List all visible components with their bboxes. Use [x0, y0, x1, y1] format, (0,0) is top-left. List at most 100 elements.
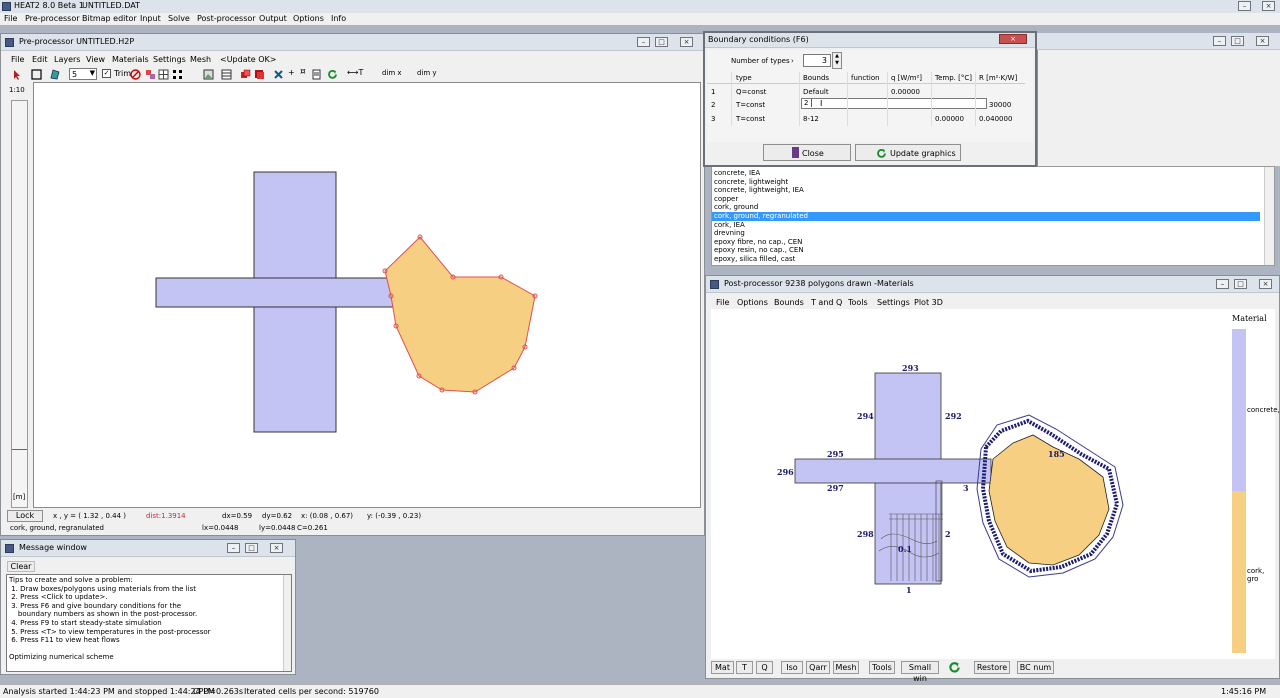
bc-row1-q[interactable]: 0.00000: [891, 88, 920, 96]
app-menu-bitmap-editor[interactable]: Bitmap editor: [82, 14, 137, 23]
app-menu-output[interactable]: Output: [259, 14, 287, 23]
add-point-icon[interactable]: +: [288, 68, 295, 77]
refresh-icon[interactable]: [327, 69, 338, 80]
document-icon[interactable]: [311, 69, 322, 80]
t-button[interactable]: T: [736, 661, 753, 674]
pre-menu-settings[interactable]: Settings: [153, 55, 186, 64]
layers-red-icon[interactable]: [254, 69, 265, 80]
postprocessor-canvas[interactable]: 293 294 292 295 296 297 298 2 1 3 185 0.…: [711, 309, 1280, 659]
num-types-spinner[interactable]: ▲ ▼: [832, 52, 842, 69]
post-menu-tools[interactable]: Tools: [848, 298, 868, 307]
table-icon[interactable]: [221, 69, 232, 80]
image-icon[interactable]: [203, 69, 214, 80]
pin-icon[interactable]: ¤: [300, 67, 306, 77]
app-menu-input[interactable]: Input: [140, 14, 161, 23]
bc-row2-r[interactable]: 30000: [989, 101, 1011, 109]
bc-row3-temp[interactable]: 0.00000: [935, 115, 964, 123]
qarr-button[interactable]: Qarr: [806, 661, 830, 674]
bc-close-x-button[interactable]: ×: [999, 34, 1027, 44]
bc-row3-r[interactable]: 0.040000: [979, 115, 1012, 123]
postprocessor-plot[interactable]: 293 294 292 295 296 297 298 2 1 3 185 0.…: [711, 309, 1275, 659]
message-scrollbar[interactable]: [283, 575, 291, 671]
rectangle-tool-icon[interactable]: [31, 69, 42, 80]
preprocessor-minimize-button[interactable]: –: [637, 37, 650, 47]
mesh-button[interactable]: Mesh: [833, 661, 859, 674]
postprocessor-minimize-button[interactable]: –: [1216, 279, 1229, 289]
pre-menu-update[interactable]: <Update OK>: [220, 55, 276, 64]
post-concrete-horizontal[interactable]: [794, 458, 992, 484]
message-close-button[interactable]: ×: [270, 543, 283, 553]
q-button[interactable]: Q: [756, 661, 773, 674]
tools-button[interactable]: Tools: [869, 661, 895, 674]
no-entry-icon[interactable]: [130, 69, 141, 80]
app-minimize-button[interactable]: –: [1238, 1, 1251, 11]
right-maximize-button[interactable]: □: [1231, 36, 1244, 46]
message-minimize-button[interactable]: –: [227, 543, 240, 553]
app-menu-postprocessor[interactable]: Post-processor: [197, 14, 256, 23]
bc-close-button[interactable]: Close: [763, 144, 851, 161]
app-menu-options[interactable]: Options: [293, 14, 324, 23]
pre-menu-view[interactable]: View: [86, 55, 105, 64]
dimension-arrow-icon[interactable]: ⟷T: [347, 68, 363, 77]
postprocessor-maximize-button[interactable]: □: [1234, 279, 1247, 289]
copy-red-icon[interactable]: [240, 69, 251, 80]
message-maximize-button[interactable]: □: [245, 543, 258, 553]
num-types-input[interactable]: 3: [803, 54, 831, 67]
dim-y-label[interactable]: dim y: [417, 69, 437, 77]
bc-num-button[interactable]: BC num: [1017, 661, 1054, 674]
bc-header-r: R [m²·K/W]: [979, 74, 1018, 82]
app-menu-preprocessor[interactable]: Pre-processor: [25, 14, 80, 23]
materials-scrollbar[interactable]: [1264, 167, 1274, 265]
post-menu-plot3d[interactable]: Plot 3D: [914, 298, 943, 307]
nodes-icon[interactable]: [172, 69, 183, 80]
right-minimize-button[interactable]: –: [1213, 36, 1226, 46]
bc-row1-type[interactable]: Q=const: [736, 88, 766, 96]
refresh-icon[interactable]: [948, 661, 961, 674]
concrete-horizontal-block[interactable]: [155, 277, 397, 308]
delete-icon[interactable]: [273, 69, 284, 80]
trim-checkbox[interactable]: ✓: [102, 69, 111, 78]
post-menu-options[interactable]: Options: [737, 298, 768, 307]
bc-row3-type[interactable]: T=const: [736, 115, 765, 123]
app-menu-file[interactable]: File: [4, 14, 17, 23]
bc-row1-bounds[interactable]: Default: [803, 88, 829, 96]
polygon-tool-icon[interactable]: [49, 69, 60, 80]
material-fill-icon[interactable]: [145, 69, 156, 80]
mat-button[interactable]: Mat: [711, 661, 734, 674]
post-menu-t-and-q[interactable]: T and Q: [811, 298, 842, 307]
pointer-icon[interactable]: [12, 69, 23, 80]
app-close-button[interactable]: ×: [1262, 1, 1275, 11]
geometry-drawing[interactable]: [34, 83, 700, 507]
material-list-item[interactable]: epoxy, silica filled, cast: [714, 255, 1262, 264]
bc-row2-type[interactable]: T=const: [736, 101, 765, 109]
preprocessor-canvas[interactable]: [33, 82, 701, 508]
app-menu-info[interactable]: Info: [331, 14, 346, 23]
postprocessor-close-button[interactable]: ×: [1259, 279, 1272, 289]
post-menu-bounds[interactable]: Bounds: [774, 298, 804, 307]
pre-menu-file[interactable]: File: [11, 55, 24, 64]
post-menu-file[interactable]: File: [716, 298, 729, 307]
pre-menu-mesh[interactable]: Mesh: [190, 55, 211, 64]
dim-x-label[interactable]: dim x: [382, 69, 402, 77]
preprocessor-close-button[interactable]: ×: [680, 37, 693, 47]
grid-icon[interactable]: [158, 69, 169, 80]
clear-button[interactable]: Clear: [7, 561, 35, 572]
pre-menu-materials[interactable]: Materials: [112, 55, 149, 64]
message-text-area[interactable]: Tips to create and solve a problem: 1. D…: [6, 574, 292, 672]
small-win-button[interactable]: Small win: [901, 661, 939, 683]
iso-button[interactable]: Iso: [781, 661, 803, 674]
vertical-ruler[interactable]: [11, 100, 28, 508]
post-menu-settings[interactable]: Settings: [877, 298, 910, 307]
bc-row2-bounds-input[interactable]: 2 | I: [801, 98, 987, 109]
app-menu-solve[interactable]: Solve: [168, 14, 190, 23]
materials-list[interactable]: concrete, IEA concrete, lightweight concre…: [711, 166, 1275, 266]
pre-menu-layers[interactable]: Layers: [54, 55, 80, 64]
preprocessor-maximize-button[interactable]: □: [655, 37, 668, 47]
restore-button[interactable]: Restore: [974, 661, 1010, 674]
pre-menu-edit[interactable]: Edit: [32, 55, 48, 64]
layer-select[interactable]: 5 ▼: [69, 68, 97, 80]
bc-row3-bounds[interactable]: 8-12: [803, 115, 819, 123]
lock-button[interactable]: Lock: [7, 510, 43, 522]
update-graphics-button[interactable]: Update graphics: [855, 144, 961, 161]
right-close-button[interactable]: ×: [1256, 36, 1269, 46]
